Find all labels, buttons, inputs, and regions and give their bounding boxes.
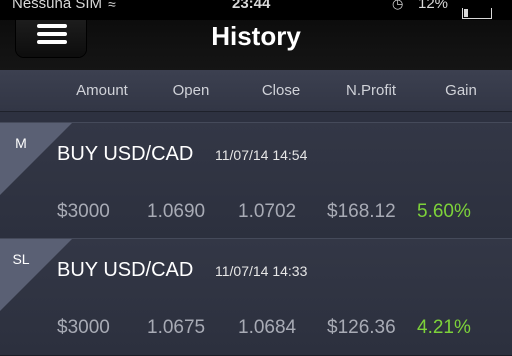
page-title: History bbox=[211, 21, 301, 51]
column-header-open: Open bbox=[172, 82, 210, 99]
trade-order-type: M bbox=[15, 135, 27, 151]
trade-datetime: 11/07/14 14:54 bbox=[215, 147, 308, 163]
trade-amount: $3000 bbox=[57, 201, 110, 222]
column-header-gain: Gain bbox=[445, 82, 477, 99]
trade-net-profit: $126.36 bbox=[327, 317, 396, 338]
trade-gain: 5.60% bbox=[417, 201, 471, 222]
trade-row[interactable]: SL BUY USD/CAD 11/07/14 14:33 $3000 1.06… bbox=[0, 238, 512, 356]
carrier-label: Nessuna SIM bbox=[12, 0, 103, 12]
trade-datetime: 11/07/14 14:33 bbox=[215, 263, 308, 279]
wifi-icon: ≈ bbox=[108, 0, 116, 12]
trade-title: BUY USD/CAD bbox=[57, 259, 194, 281]
column-header-close: Close bbox=[261, 82, 301, 99]
trade-open: 1.0690 bbox=[147, 201, 206, 222]
trade-order-type: SL bbox=[12, 251, 30, 267]
column-header-row: Amount Open Close N.Profit Gain bbox=[0, 70, 512, 112]
trade-title: BUY USD/CAD bbox=[57, 143, 194, 165]
trade-net-profit: $168.12 bbox=[327, 201, 396, 222]
column-header-net-profit: N.Profit bbox=[345, 82, 396, 99]
alarm-icon: ◷ bbox=[392, 0, 404, 11]
trade-row[interactable]: M BUY USD/CAD 11/07/14 14:54 $3000 1.069… bbox=[0, 122, 512, 240]
status-bar: Nessuna SIM ≈ 23:44 ◷ 12% bbox=[0, 0, 512, 20]
trade-gain: 4.21% bbox=[417, 317, 471, 338]
battery-icon bbox=[462, 8, 492, 19]
trade-close: 1.0684 bbox=[238, 317, 297, 338]
trade-close: 1.0702 bbox=[238, 201, 297, 222]
trade-amount: $3000 bbox=[57, 317, 110, 338]
trade-open: 1.0675 bbox=[147, 317, 206, 338]
column-header-amount: Amount bbox=[76, 82, 128, 99]
clock-label: 23:44 bbox=[232, 0, 271, 12]
battery-percent: 12% bbox=[418, 0, 449, 12]
